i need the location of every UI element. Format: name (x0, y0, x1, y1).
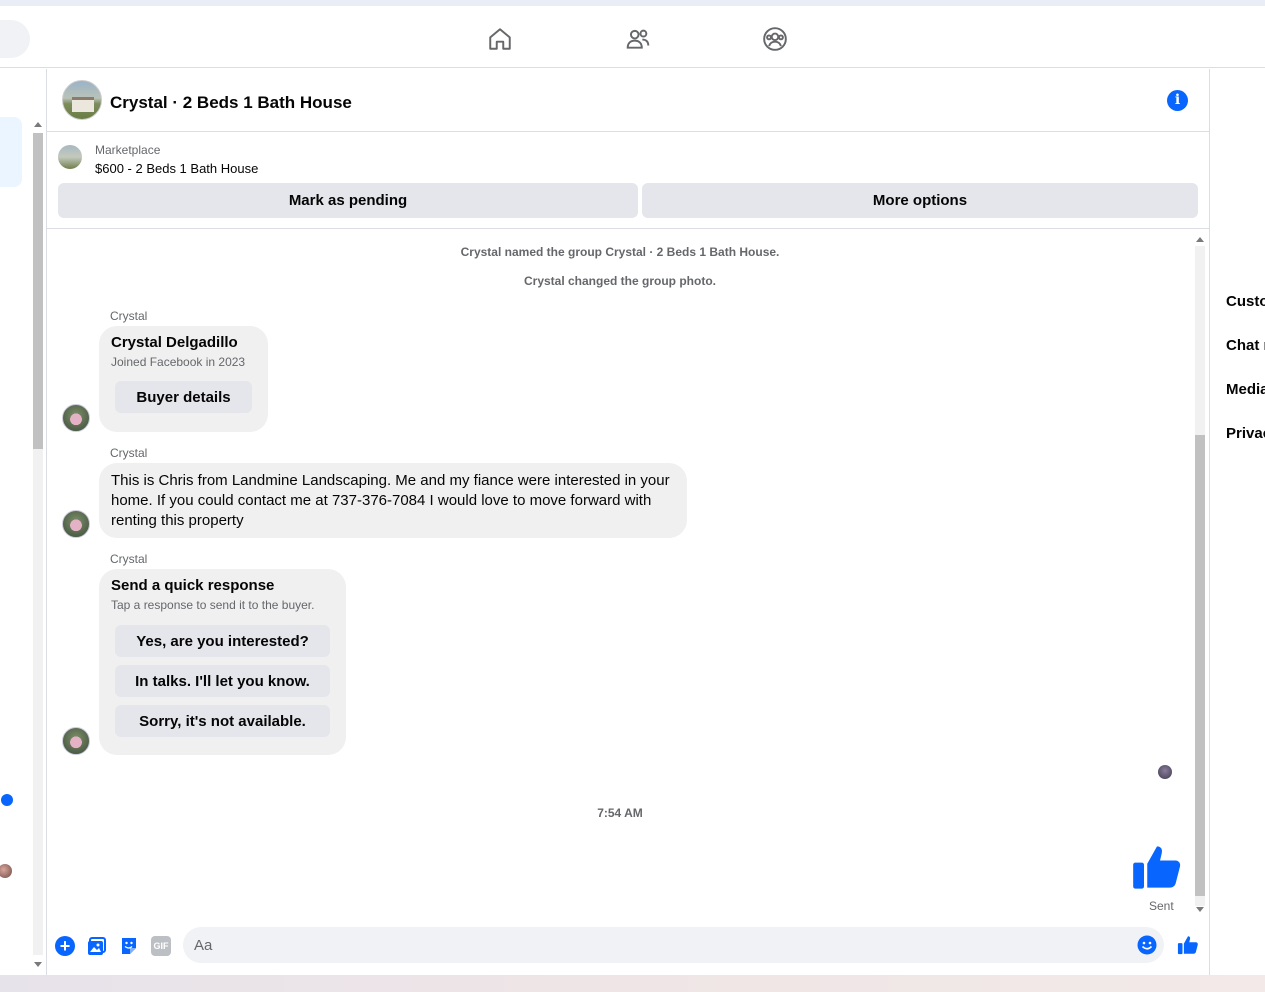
system-message: Crystal changed the group photo. (523, 274, 716, 288)
like-icon[interactable] (1177, 934, 1199, 956)
message-input[interactable] (183, 927, 1123, 963)
system-message: Crystal named the group Crystal · 2 Beds… (460, 245, 780, 259)
scrollbar-thumb[interactable] (1195, 435, 1205, 896)
scroll-down-arrow-icon[interactable] (34, 962, 42, 967)
info-icon[interactable]: i (1167, 90, 1188, 111)
home-icon[interactable] (487, 26, 513, 52)
avatar[interactable] (0, 864, 12, 878)
marketplace-label: Marketplace (95, 143, 161, 157)
message-composer: + GIF (47, 917, 1210, 973)
thumbs-up-icon[interactable] (1131, 841, 1183, 893)
avatar[interactable] (62, 404, 90, 432)
quick-response-subtitle: Tap a response to send it to the buyer. (111, 598, 315, 612)
groups-icon[interactable] (762, 26, 788, 52)
conversation-list (0, 69, 46, 975)
listing-thumbnail[interactable] (58, 145, 82, 169)
group-avatar[interactable] (62, 80, 102, 120)
emoji-icon[interactable] (1137, 935, 1157, 955)
avatar[interactable] (62, 727, 90, 755)
message-thread-scrollbar[interactable] (1193, 235, 1207, 916)
message-input-wrapper (183, 927, 1164, 963)
photo-icon[interactable] (87, 936, 107, 956)
buyer-details-button[interactable]: Buyer details (115, 381, 252, 413)
scroll-up-arrow-icon[interactable] (34, 122, 42, 127)
media-files-item[interactable]: Media (1226, 381, 1265, 398)
quick-response-yes-button[interactable]: Yes, are you interested? (115, 625, 330, 657)
seen-indicator-avatar (1158, 765, 1172, 779)
message-text: This is Chris from Landmine Landscaping.… (111, 472, 670, 529)
unread-dot-icon (1, 794, 13, 806)
chat-members-item[interactable]: Chat r (1226, 337, 1265, 354)
friends-icon[interactable] (625, 26, 651, 52)
buyer-joined-text: Joined Facebook in 2023 (111, 355, 246, 369)
message-timestamp: 7:54 AM (597, 806, 643, 820)
avatar[interactable] (62, 510, 90, 538)
top-navigation-bar (0, 6, 1265, 68)
sent-status: Sent (1149, 899, 1174, 913)
message-bubble: This is Chris from Landmine Landscaping.… (99, 463, 687, 538)
taskbar-strip (0, 975, 1265, 992)
sender-name: Crystal (110, 446, 148, 460)
privacy-support-item[interactable]: Privac (1226, 425, 1265, 442)
mark-as-pending-button[interactable]: Mark as pending (58, 183, 638, 218)
sender-name: Crystal (110, 552, 148, 566)
message-thread: Crystal named the group Crystal · 2 Beds… (47, 229, 1210, 915)
quick-response-card: Send a quick response Tap a response to … (99, 569, 346, 755)
sender-name: Crystal (110, 309, 148, 323)
quick-response-title: Send a quick response (111, 577, 275, 594)
chat-details-panel: Custo Chat r Media Privac (1211, 69, 1265, 975)
quick-response-not-available-button[interactable]: Sorry, it's not available. (115, 705, 330, 737)
active-conversation-item[interactable] (0, 117, 22, 187)
chat-header: Crystal · 2 Beds 1 Bath House i (47, 69, 1210, 132)
chat-window: Crystal · 2 Beds 1 Bath House i Marketpl… (46, 69, 1210, 975)
buyer-name: Crystal Delgadillo (111, 334, 238, 351)
scroll-down-arrow-icon[interactable] (1196, 907, 1204, 912)
listing-title[interactable]: $600 - 2 Beds 1 Bath House (95, 161, 258, 176)
gif-icon[interactable]: GIF (151, 936, 171, 956)
plus-icon[interactable]: + (55, 936, 75, 956)
sticker-icon[interactable] (119, 936, 139, 956)
conversation-list-scrollbar[interactable] (31, 119, 45, 969)
chat-title[interactable]: Crystal · 2 Beds 1 Bath House (110, 93, 352, 113)
marketplace-banner: Marketplace $600 - 2 Beds 1 Bath House M… (47, 132, 1210, 229)
search-bar[interactable] (0, 20, 30, 58)
scroll-up-arrow-icon[interactable] (1196, 237, 1204, 242)
customize-chat-item[interactable]: Custo (1226, 293, 1265, 310)
scrollbar-thumb[interactable] (33, 133, 43, 449)
buyer-profile-card: Crystal Delgadillo Joined Facebook in 20… (99, 326, 268, 432)
quick-response-in-talks-button[interactable]: In talks. I'll let you know. (115, 665, 330, 697)
more-options-button[interactable]: More options (642, 183, 1198, 218)
